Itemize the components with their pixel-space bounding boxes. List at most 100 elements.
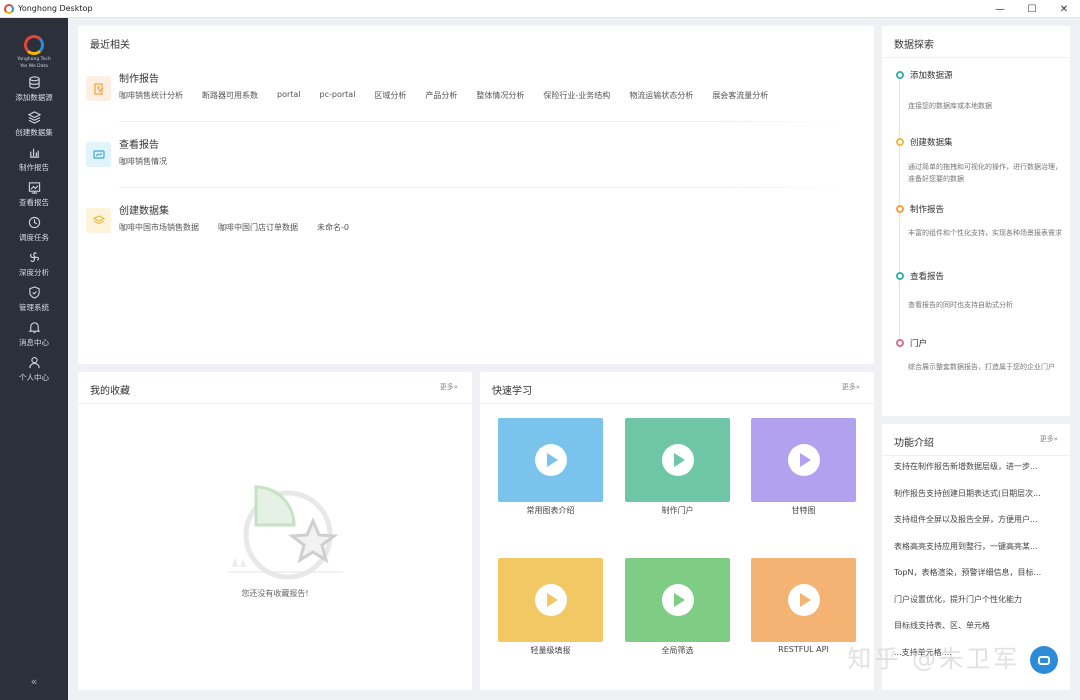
feature-item[interactable]: 制作报告支持创建日期表达式(日期层次... [894, 488, 1060, 514]
chat-icon [1038, 655, 1050, 665]
features-more-link[interactable]: 更多» [1040, 434, 1058, 444]
sidebar-item-1[interactable]: 添加数据源 [0, 72, 68, 107]
step-description: 丰富的组件和个性化支持，实现各种场景报表需求 [908, 229, 1062, 237]
recent-link[interactable]: 产品分析 [425, 90, 457, 101]
video-card-label[interactable]: 甘特图 [751, 505, 856, 516]
sidebar-item-label: 消息中心 [19, 338, 49, 347]
close-button[interactable]: ✕ [1048, 0, 1080, 18]
features-panel-title: 功能介绍 [894, 438, 934, 449]
report-view-icon [28, 182, 40, 194]
recent-links: 咖啡销售统计分析 断路器可用系数 portal pc-portal 区域分析 产品分析 整体… [119, 90, 787, 101]
sidebar-item-8[interactable]: 消息中心 [0, 317, 68, 352]
divider [882, 455, 1070, 456]
recent-link[interactable]: pc-portal [320, 90, 356, 101]
play-icon [534, 584, 567, 616]
recent-link[interactable]: 咖啡销售统计分析 [119, 90, 183, 101]
play-icon [787, 584, 820, 616]
sidebar-item-3[interactable]: 制作报告 [0, 142, 68, 177]
feature-item[interactable]: 支持组件全屏以及报告全屏，方便用户... [894, 514, 1060, 540]
video-card-label[interactable]: 常用图表介绍 [498, 505, 603, 516]
step-dot-icon [896, 339, 904, 347]
recent-row-icon [92, 149, 105, 159]
step-dot-icon [896, 205, 904, 213]
minimize-button[interactable]: — [984, 0, 1016, 18]
step-description: 通过简单的拖拽和可视化的操作，进行数据治理，准备好您要的数据 [908, 163, 1062, 183]
recent-link[interactable]: 保险行业-业务结构 [543, 90, 610, 101]
recent-row-title[interactable]: 制作报告 [119, 70, 159, 85]
recent-link[interactable]: 整体情况分析 [476, 90, 524, 101]
play-icon [661, 444, 694, 476]
app-logo-icon [4, 3, 14, 14]
empty-favorites-text: 您还没有收藏报告! [241, 589, 309, 598]
video-card[interactable] [751, 558, 856, 642]
step-title[interactable]: 添加数据源 [910, 69, 953, 81]
step-title[interactable]: 门户 [910, 337, 927, 349]
recent-link[interactable]: 展会客流量分析 [712, 90, 768, 101]
video-card[interactable] [498, 418, 603, 502]
brand-logo-icon [24, 35, 44, 55]
sidebar-item-7[interactable]: 管理系统 [0, 282, 68, 317]
learning-more-link[interactable]: 更多» [842, 382, 860, 392]
title-bar: Yonghong Desktop — ☐ ✕ [0, 0, 1080, 18]
recent-link[interactable]: 未命名-0 [317, 222, 349, 233]
divider [480, 403, 874, 404]
dataset-icon [27, 111, 41, 124]
feature-item[interactable]: 表格高亮支持应用到整行，一键高亮某... [894, 541, 1060, 567]
video-card[interactable] [751, 418, 856, 502]
maximize-button[interactable]: ☐ [1016, 0, 1048, 18]
recent-link[interactable]: 咖啡中国门店订单数据 [218, 222, 298, 233]
database-icon [28, 76, 40, 89]
recent-link[interactable]: 咖啡中国市场销售数据 [119, 222, 199, 233]
feature-item[interactable]: 门户设置优化，提升门户个性化能力 [894, 594, 1060, 620]
recent-type-icon [86, 208, 111, 233]
window-title: Yonghong Desktop [18, 4, 93, 13]
video-card[interactable] [625, 418, 730, 502]
learning-panel: 快速学习 更多» 常用图表介绍 制作门户 甘特图 轻量级填报 全局筛选 RESTFUL A… [480, 372, 874, 690]
recent-row-title[interactable]: 创建数据集 [119, 202, 169, 217]
sidebar-item-label: 个人中心 [19, 373, 49, 382]
step-title[interactable]: 查看报告 [910, 270, 944, 282]
step-dot-icon [896, 272, 904, 280]
help-chat-button[interactable] [1030, 646, 1058, 674]
sidebar-item-5[interactable]: 调度任务 [0, 212, 68, 247]
video-card[interactable] [498, 558, 603, 642]
recent-link[interactable]: 区域分析 [374, 90, 406, 101]
video-card-label[interactable]: 制作门户 [625, 505, 730, 516]
divider [882, 57, 1070, 58]
collapse-sidebar-button[interactable]: « [0, 675, 68, 688]
bar-chart-icon [29, 148, 39, 158]
favorites-more-link[interactable]: 更多» [440, 382, 458, 392]
recent-type-icon [86, 76, 111, 101]
clock-icon [28, 216, 40, 229]
recent-link[interactable]: 断路器可用系数 [202, 90, 258, 101]
video-card-label[interactable]: 全局筛选 [625, 645, 730, 656]
explore-panel: 数据探索 添加数据源 连接您的数据库或本地数据 创建数据集 通过简单的拖拽和可视化的操… [882, 26, 1070, 416]
step-title[interactable]: 创建数据集 [910, 136, 953, 148]
recent-row-icon [93, 82, 103, 95]
step-title[interactable]: 制作报告 [910, 203, 944, 215]
sidebar-item-9[interactable]: 个人中心 [0, 352, 68, 387]
watermark: 知乎 @朱卫军 [847, 645, 1020, 673]
recent-link[interactable]: 物流运输状态分析 [629, 90, 693, 101]
shield-icon [28, 286, 40, 299]
recent-link[interactable]: 咖啡销售情况 [119, 156, 167, 167]
fan-icon [29, 252, 39, 263]
feature-item[interactable]: 支持在制作报告新增数据层级，进一步... [894, 461, 1060, 487]
sidebar-item-6[interactable]: 深度分析 [0, 247, 68, 282]
feature-item[interactable]: TopN，表格渲染，预警详细信息，目标... [894, 567, 1060, 593]
sidebar-item-label: 制作报告 [19, 163, 49, 172]
recent-links: 咖啡中国市场销售数据 咖啡中国门店订单数据 未命名-0 [119, 222, 368, 233]
video-card-label[interactable]: RESTFUL API [751, 645, 856, 654]
recent-row-title[interactable]: 查看报告 [119, 136, 159, 151]
sidebar-item-label: 创建数据集 [15, 128, 53, 137]
sidebar-item-4[interactable]: 查看报告 [0, 177, 68, 212]
sidebar-nav: 添加数据源创建数据集制作报告查看报告 调度任务 深度分析 管理系统消息中心个人中心 [0, 72, 68, 387]
recent-row-icon [92, 214, 105, 224]
sidebar-item-2[interactable]: 创建数据集 [0, 107, 68, 142]
brand: Yonghong Tech Yes We Data [0, 32, 68, 72]
video-card-label[interactable]: 轻量级填报 [498, 645, 603, 656]
recent-type-icon [86, 142, 111, 167]
video-card[interactable] [625, 558, 730, 642]
recent-row: 查看报告咖啡销售情况 [86, 132, 854, 188]
recent-link[interactable]: portal [277, 90, 301, 101]
